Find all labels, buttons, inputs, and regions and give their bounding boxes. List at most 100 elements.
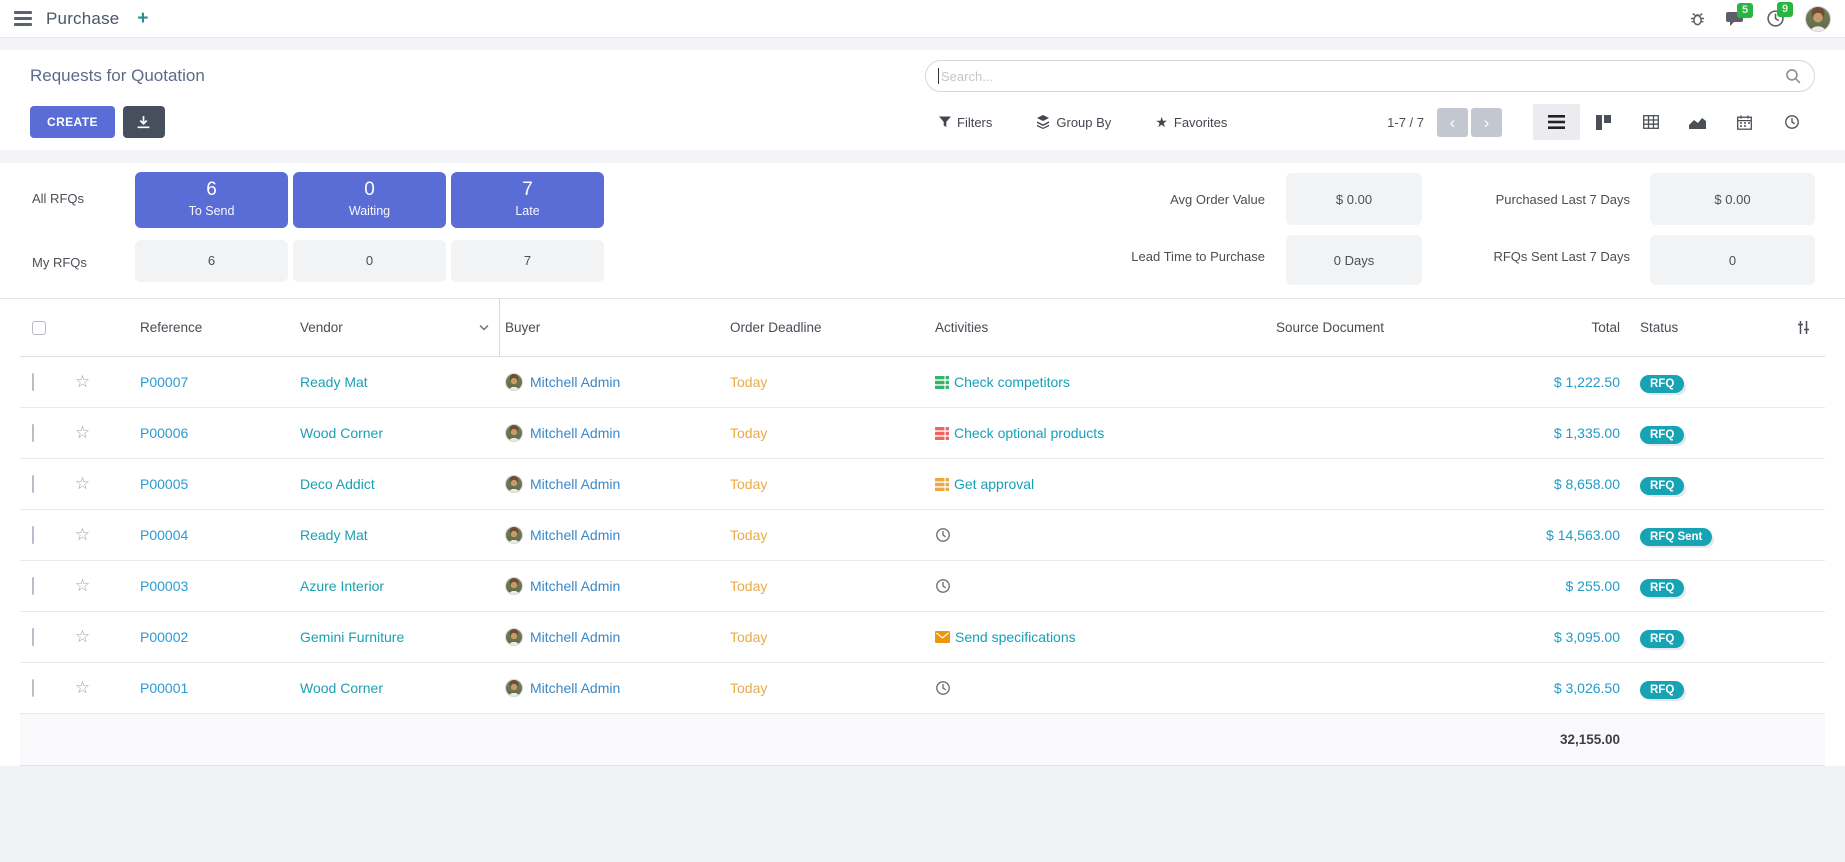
user-avatar[interactable] xyxy=(1805,6,1831,32)
row-checkbox[interactable] xyxy=(32,475,34,493)
buyer-link[interactable]: Mitchell Admin xyxy=(530,527,620,543)
reference-link[interactable]: P00001 xyxy=(140,680,188,696)
favorite-star-icon[interactable]: ☆ xyxy=(60,678,105,698)
reference-link[interactable]: P00002 xyxy=(140,629,188,645)
spacer xyxy=(0,766,1845,862)
search-icon[interactable] xyxy=(1785,68,1802,85)
pager-previous-button[interactable]: ‹ xyxy=(1437,108,1468,137)
row-checkbox[interactable] xyxy=(32,526,34,544)
header-source-document[interactable]: Source Document xyxy=(1185,299,1475,356)
vendor-link[interactable]: Ready Mat xyxy=(300,374,368,390)
header-buyer[interactable]: Buyer xyxy=(500,299,725,356)
buyer-link[interactable]: Mitchell Admin xyxy=(530,374,620,390)
table-row[interactable]: ☆ P00007 Ready Mat Mitchell Admin Today … xyxy=(20,357,1825,408)
header-reference[interactable]: Reference xyxy=(105,299,295,356)
table-row[interactable]: ☆ P00003 Azure Interior Mitchell Admin T… xyxy=(20,561,1825,612)
chevron-down-icon[interactable] xyxy=(479,324,489,331)
waiting-card[interactable]: 0 Waiting xyxy=(293,172,446,228)
activity-link[interactable]: Get approval xyxy=(954,476,1034,492)
total-amount: $ 255.00 xyxy=(1475,578,1620,594)
search-input[interactable] xyxy=(941,69,1785,84)
order-deadline: Today xyxy=(725,578,935,594)
my-to-send-box[interactable]: 6 xyxy=(135,240,288,282)
activity-link[interactable]: Check competitors xyxy=(954,374,1070,390)
favorite-star-icon[interactable]: ☆ xyxy=(60,372,105,392)
header-order-deadline[interactable]: Order Deadline xyxy=(725,299,935,356)
vendor-link[interactable]: Azure Interior xyxy=(300,578,384,594)
select-all-checkbox[interactable] xyxy=(32,321,46,335)
graph-view-button[interactable] xyxy=(1674,104,1721,140)
favorite-star-icon[interactable]: ☆ xyxy=(60,627,105,647)
clock-icon[interactable] xyxy=(935,578,951,594)
activity-view-button[interactable] xyxy=(1768,104,1815,140)
buyer-link[interactable]: Mitchell Admin xyxy=(530,476,620,492)
status-badge: RFQ xyxy=(1640,630,1684,648)
vendor-link[interactable]: Gemini Furniture xyxy=(300,629,404,645)
reference-link[interactable]: P00005 xyxy=(140,476,188,492)
pager-next-button[interactable]: › xyxy=(1471,108,1502,137)
messages-icon[interactable]: 5 xyxy=(1726,10,1746,28)
header-status[interactable]: Status xyxy=(1620,299,1770,356)
favorite-star-icon[interactable]: ☆ xyxy=(60,423,105,443)
status-badge: RFQ xyxy=(1640,426,1684,444)
activity-link[interactable]: Check optional products xyxy=(954,425,1104,441)
calendar-view-button[interactable] xyxy=(1721,104,1768,140)
menu-icon[interactable] xyxy=(14,11,32,26)
list-view-button[interactable] xyxy=(1533,104,1580,140)
kanban-view-button[interactable] xyxy=(1580,104,1627,140)
table-row[interactable]: ☆ P00002 Gemini Furniture Mitchell Admin… xyxy=(20,612,1825,663)
app-name[interactable]: Purchase xyxy=(46,9,119,29)
vendor-link[interactable]: Ready Mat xyxy=(300,527,368,543)
row-checkbox[interactable] xyxy=(32,373,34,391)
vendor-link[interactable]: Wood Corner xyxy=(300,680,383,696)
pivot-view-button[interactable] xyxy=(1627,104,1674,140)
table-row[interactable]: ☆ P00004 Ready Mat Mitchell Admin Today … xyxy=(20,510,1825,561)
table-header-row: Reference Vendor Buyer Order Deadline Ac… xyxy=(20,299,1825,357)
buyer-link[interactable]: Mitchell Admin xyxy=(530,680,620,696)
favorite-star-icon[interactable]: ☆ xyxy=(60,474,105,494)
to-send-card[interactable]: 6 To Send xyxy=(135,172,288,228)
total-amount: $ 1,335.00 xyxy=(1475,425,1620,441)
search-box[interactable] xyxy=(925,60,1815,92)
activity-clock-icon[interactable]: 9 xyxy=(1766,9,1785,28)
rfq-list: Reference Vendor Buyer Order Deadline Ac… xyxy=(0,298,1845,766)
clock-icon[interactable] xyxy=(935,680,951,696)
activity-link[interactable]: Send specifications xyxy=(955,629,1076,645)
row-checkbox[interactable] xyxy=(32,679,34,697)
reference-link[interactable]: P00007 xyxy=(140,374,188,390)
create-button[interactable]: CREATE xyxy=(30,106,115,138)
buyer-avatar xyxy=(505,679,523,697)
table-row[interactable]: ☆ P00001 Wood Corner Mitchell Admin Toda… xyxy=(20,663,1825,714)
export-button[interactable] xyxy=(123,106,165,138)
my-waiting-box[interactable]: 0 xyxy=(293,240,446,282)
status-badge: RFQ Sent xyxy=(1640,528,1712,546)
table-row[interactable]: ☆ P00006 Wood Corner Mitchell Admin Toda… xyxy=(20,408,1825,459)
clock-icon[interactable] xyxy=(935,527,951,543)
buyer-link[interactable]: Mitchell Admin xyxy=(530,425,620,441)
reference-link[interactable]: P00006 xyxy=(140,425,188,441)
buyer-link[interactable]: Mitchell Admin xyxy=(530,578,620,594)
favorites-button[interactable]: ★ Favorites xyxy=(1155,114,1227,131)
reference-link[interactable]: P00003 xyxy=(140,578,188,594)
row-checkbox[interactable] xyxy=(32,628,34,646)
vendor-link[interactable]: Wood Corner xyxy=(300,425,383,441)
pager-range: 1-7 / 7 xyxy=(1387,115,1424,130)
header-vendor[interactable]: Vendor xyxy=(295,299,500,356)
vendor-link[interactable]: Deco Addict xyxy=(300,476,375,492)
column-options-icon[interactable] xyxy=(1796,320,1811,335)
filters-button[interactable]: Filters xyxy=(939,115,992,130)
favorite-star-icon[interactable]: ☆ xyxy=(60,525,105,545)
row-checkbox[interactable] xyxy=(32,577,34,595)
my-late-box[interactable]: 7 xyxy=(451,240,604,282)
row-checkbox[interactable] xyxy=(32,424,34,442)
table-row[interactable]: ☆ P00005 Deco Addict Mitchell Admin Toda… xyxy=(20,459,1825,510)
header-activities[interactable]: Activities xyxy=(935,299,1185,356)
favorite-star-icon[interactable]: ☆ xyxy=(60,576,105,596)
header-total[interactable]: Total xyxy=(1475,299,1620,356)
late-card[interactable]: 7 Late xyxy=(451,172,604,228)
buyer-link[interactable]: Mitchell Admin xyxy=(530,629,620,645)
group-by-button[interactable]: Group By xyxy=(1036,115,1111,130)
new-tab-button[interactable]: + xyxy=(133,8,152,30)
debug-bug-icon[interactable] xyxy=(1689,10,1706,27)
reference-link[interactable]: P00004 xyxy=(140,527,188,543)
